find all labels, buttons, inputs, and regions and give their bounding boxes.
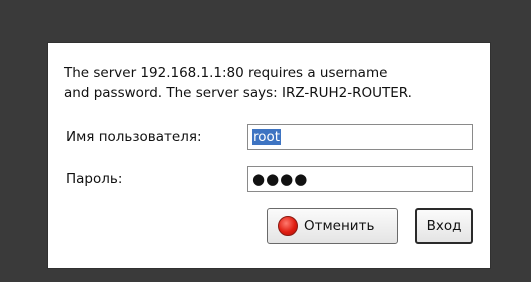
username-value: root [252,129,282,145]
password-field[interactable]: ●●●● [247,166,473,192]
password-mask: ●●●● [252,170,309,188]
cancel-icon [278,216,298,236]
auth-message-line-2: and password. The server says: IRZ-RUH2-… [64,85,412,101]
auth-message-line-1: The server 192.168.1.1:80 requires a use… [64,65,388,81]
cancel-button-label: Отменить [304,218,375,234]
username-field[interactable]: root [247,124,473,150]
password-label: Пароль: [66,171,123,187]
auth-dialog: The server 192.168.1.1:80 requires a use… [48,43,490,268]
auth-message: The server 192.168.1.1:80 requires a use… [64,63,484,103]
login-button[interactable]: Вход [415,208,473,244]
cancel-button[interactable]: Отменить [267,208,398,244]
username-label: Имя пользователя: [66,129,202,145]
screen: The server 192.168.1.1:80 requires a use… [0,0,531,282]
login-button-label: Вход [426,218,462,234]
